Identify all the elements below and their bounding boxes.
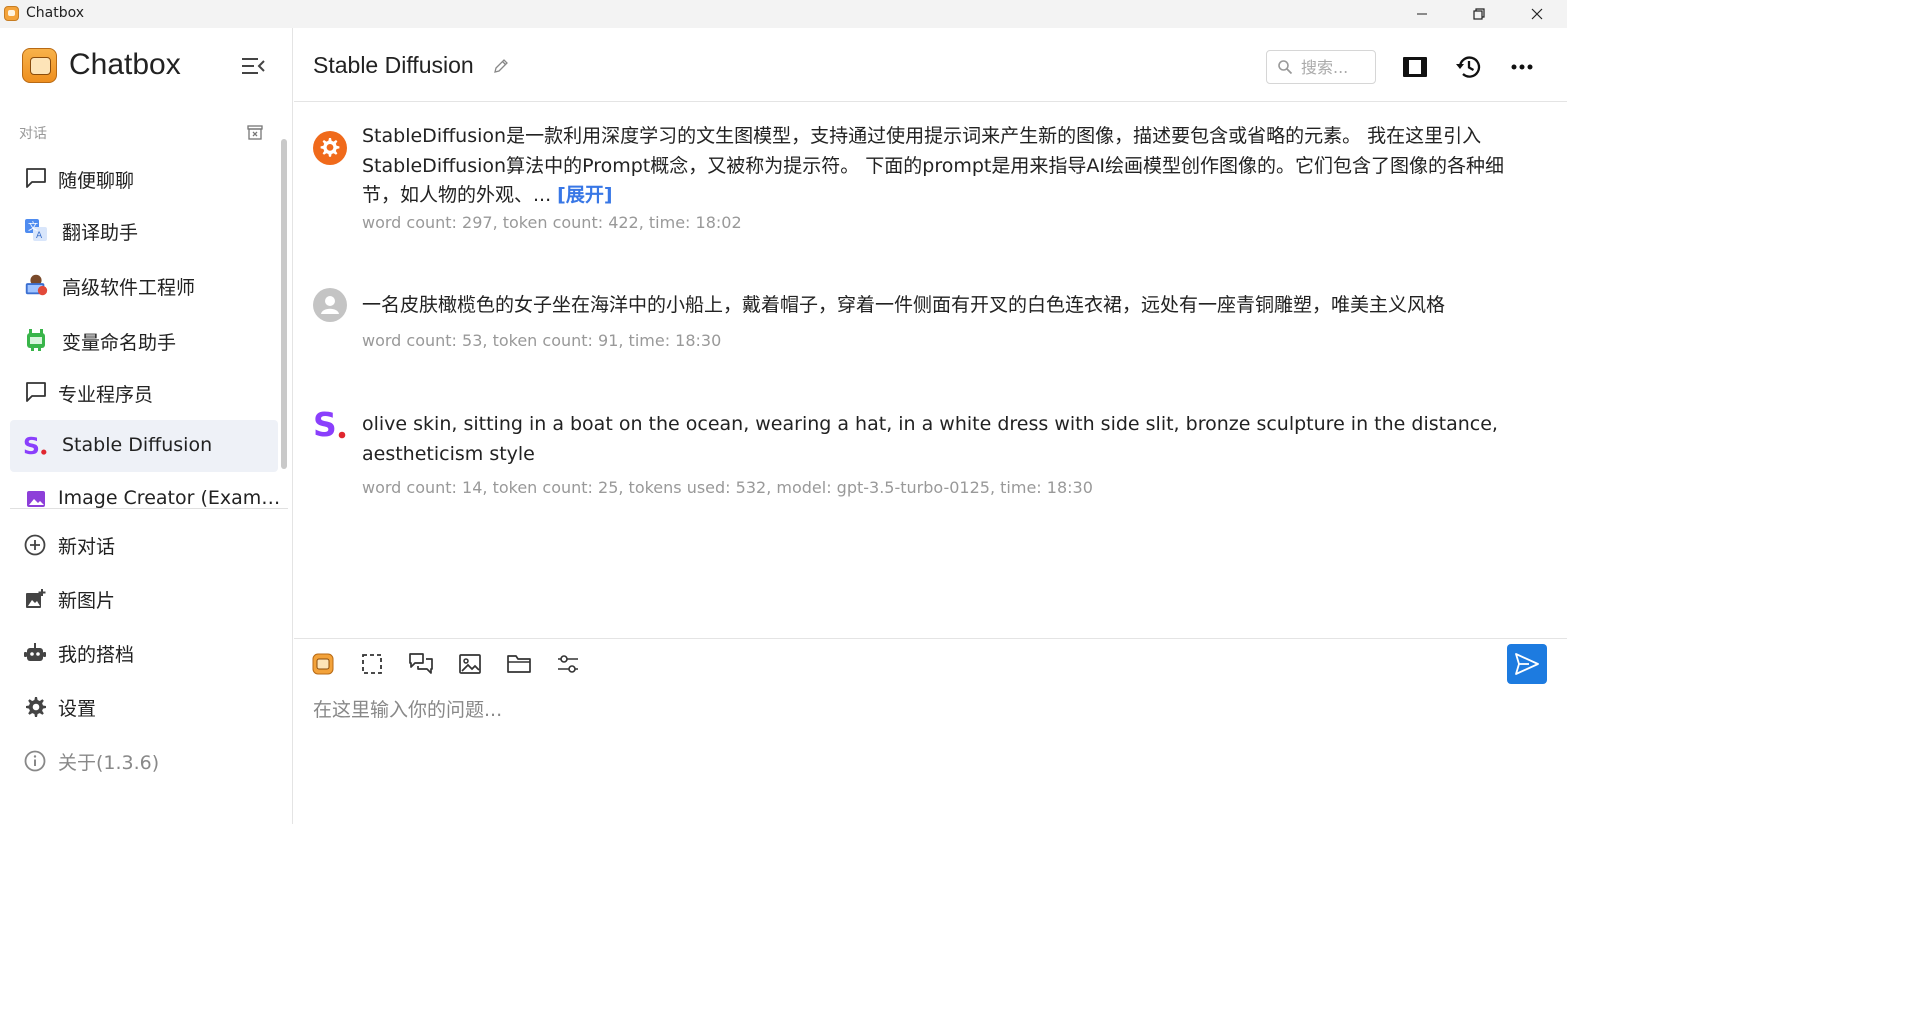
chat-bubble-icon [23, 379, 49, 405]
attach-image-button[interactable] [457, 651, 483, 677]
conversation-item[interactable]: Image Creator (Exam… [10, 473, 281, 510]
sd-logo-icon: S [313, 405, 347, 444]
chatbox-logo-icon [312, 653, 334, 675]
new-chat-button[interactable]: 新对话 [10, 523, 280, 567]
sidebar-divider [10, 508, 288, 509]
window-titlebar: Chatbox [0, 0, 1567, 28]
conversation-list: 随便聊聊 文A 翻译助手 高级软件工程师 变量命名助手 专业程序员 S Stab… [0, 152, 282, 510]
message-meta: word count: 53, token count: 91, time: 1… [362, 331, 722, 350]
history-icon [1456, 56, 1481, 78]
svg-text:A: A [36, 231, 43, 241]
screenshot-button[interactable] [359, 651, 385, 677]
message-meta: word count: 297, token count: 422, time:… [362, 213, 742, 232]
message-list: StableDiffusion是一款利用深度学习的文生图模型，支持通过使用提示词… [294, 103, 1567, 638]
message-input[interactable] [313, 695, 1543, 805]
model-select-button[interactable] [310, 651, 336, 677]
robot-icon [24, 643, 46, 661]
send-button[interactable] [1507, 644, 1547, 684]
history-button[interactable] [1454, 52, 1484, 82]
conversation-label: Image Creator (Exam… [58, 487, 281, 509]
conversation-item[interactable]: 文A 翻译助手 [10, 204, 278, 256]
translate-avatar-icon: 文A [23, 217, 49, 243]
conversation-label: 高级软件工程师 [62, 277, 196, 299]
clear-conversations-icon[interactable] [246, 123, 264, 141]
message-text: 一名皮肤橄榄色的女子坐在海洋中的小船上，戴着帽子，穿着一件侧面有开叉的白色连衣裙… [362, 294, 1446, 316]
menu-label: 关于(1.3.6) [58, 752, 160, 774]
message-text: olive skin, sitting in a boat on the oce… [362, 413, 1498, 465]
conversation-item-active[interactable]: S Stable Diffusion [10, 420, 278, 472]
conversation-context-button[interactable] [408, 651, 434, 677]
conversation-item[interactable]: 变量命名助手 [10, 314, 278, 366]
attach-file-button[interactable] [506, 651, 532, 677]
restore-button[interactable] [1450, 0, 1508, 28]
chat-bubbles-icon [409, 653, 433, 674]
message-body: StableDiffusion是一款利用深度学习的文生图模型，支持通过使用提示词… [362, 125, 1504, 206]
conversation-label: 随便聊聊 [58, 170, 135, 192]
more-options-button[interactable] [1507, 52, 1537, 82]
toggle-layout-button[interactable] [1400, 52, 1430, 82]
close-icon [1531, 8, 1543, 20]
conversation-header: Stable Diffusion [294, 28, 1567, 102]
settings-button[interactable]: 设置 [10, 685, 280, 729]
minimize-icon [1417, 13, 1427, 15]
restore-icon [1473, 8, 1485, 20]
select-area-icon [362, 654, 382, 674]
send-icon [1515, 653, 1539, 675]
menu-label: 新图片 [58, 590, 116, 612]
more-horizontal-icon [1511, 64, 1533, 70]
menu-label: 新对话 [58, 536, 116, 558]
message-text: StableDiffusion是一款利用深度学习的文生图模型，支持通过使用提示词… [362, 122, 1532, 211]
add-image-icon [26, 589, 46, 608]
info-icon [24, 750, 46, 772]
menu-label: 设置 [58, 698, 97, 720]
new-image-button[interactable]: 新图片 [10, 577, 280, 621]
sidebar: Chatbox 对话 随便聊聊 文A 翻译助手 高级软件工程师 变量命名助手 专… [0, 28, 293, 824]
conversation-item[interactable]: 高级软件工程师 [10, 259, 278, 311]
engineer-avatar-icon [23, 272, 49, 298]
sd-logo-icon: S [23, 432, 49, 460]
conversation-item[interactable]: 随便聊聊 [10, 152, 278, 204]
minimize-button[interactable] [1393, 0, 1451, 28]
conversation-label: 专业程序员 [58, 384, 154, 406]
layout-icon [1403, 57, 1427, 77]
gear-icon [26, 697, 46, 717]
sliders-icon [558, 655, 578, 673]
image-icon [459, 654, 481, 674]
collapse-sidebar-icon[interactable] [240, 56, 266, 76]
brand-name: Chatbox [69, 48, 181, 81]
plus-circle-icon [24, 534, 46, 556]
svg-text:S: S [313, 406, 337, 442]
window-title: Chatbox [26, 5, 85, 21]
sidebar-scrollbar[interactable] [281, 139, 287, 469]
app-icon [4, 6, 19, 21]
menu-label: 我的搭档 [58, 644, 135, 666]
about-button[interactable]: 关于(1.3.6) [10, 739, 280, 783]
edit-title-icon[interactable] [492, 57, 510, 75]
close-button[interactable] [1508, 0, 1566, 28]
chatbox-logo-icon [22, 48, 57, 83]
image-icon [23, 486, 49, 510]
conversation-label: 翻译助手 [62, 222, 139, 244]
conversation-item[interactable]: 专业程序员 [10, 366, 278, 418]
robot-avatar-icon [23, 327, 49, 353]
svg-text:S: S [23, 432, 40, 460]
settings-avatar-icon [313, 131, 347, 165]
folder-icon [507, 655, 531, 673]
conversation-label: 变量命名助手 [62, 332, 177, 354]
search-input[interactable] [1301, 56, 1373, 78]
user-avatar-icon [313, 288, 347, 322]
search-icon [1278, 60, 1293, 75]
chat-bubble-icon [23, 165, 49, 191]
message-meta: word count: 14, token count: 25, tokens … [362, 478, 1093, 497]
expand-link[interactable]: [展开] [557, 184, 612, 206]
conversation-label: Stable Diffusion [62, 434, 213, 456]
page-title: Stable Diffusion [313, 52, 474, 78]
chat-settings-button[interactable] [555, 651, 581, 677]
search-box[interactable] [1266, 50, 1376, 84]
composer [294, 638, 1567, 824]
section-label-conversations: 对话 [19, 126, 47, 142]
my-copilots-button[interactable]: 我的搭档 [10, 631, 280, 675]
